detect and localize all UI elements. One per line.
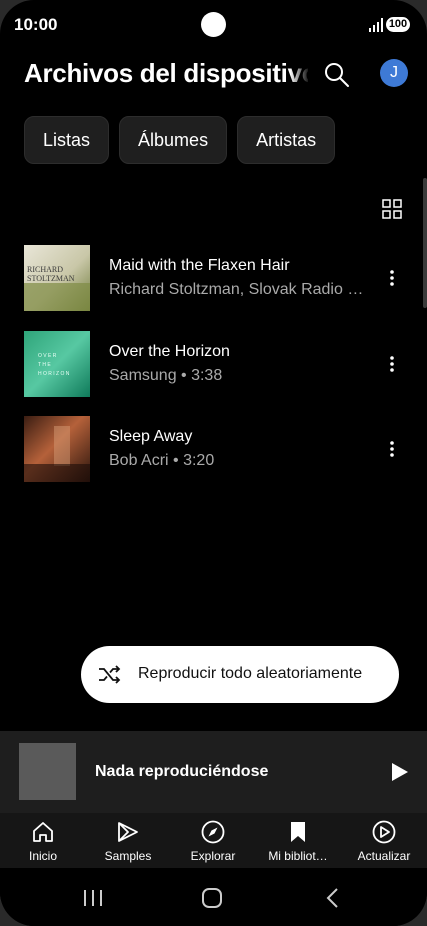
mini-player-art: [19, 743, 76, 800]
nav-label: Explorar: [190, 849, 236, 863]
chip-artistas[interactable]: Artistas: [237, 116, 336, 164]
upgrade-icon: [372, 820, 396, 844]
nav-label: Samples: [104, 849, 152, 863]
home-icon: [33, 822, 53, 842]
bookmark-icon: [291, 822, 305, 842]
mini-player[interactable]: Nada reproduciéndose: [0, 731, 427, 813]
home-button-icon[interactable]: [200, 886, 224, 910]
album-art: [24, 416, 90, 482]
track-title: Over the Horizon: [109, 343, 230, 360]
nav-label: Mi bibliot…: [268, 849, 328, 863]
track-subtitle: Bob Acri • 3:20: [109, 452, 215, 469]
signal-icon: [369, 18, 383, 32]
track-subtitle: Samsung • 3:38: [109, 367, 223, 384]
album-art-text: STOLTZMAN: [27, 274, 75, 283]
mini-player-title: Nada reproduciéndose: [95, 763, 269, 780]
front-camera: [201, 12, 226, 37]
list-item[interactable]: O V E R T H E H O R I Z O N Over the Hor…: [0, 331, 427, 401]
album-art-text: RICHARD: [27, 265, 63, 274]
chip-albumes[interactable]: Álbumes: [119, 116, 228, 164]
more-options-icon[interactable]: [382, 439, 402, 459]
nav-label: Inicio: [28, 849, 57, 863]
system-navigation-bar: [0, 868, 427, 926]
nav-item-mi-biblioteca[interactable]: Mi bibliot…: [256, 819, 340, 863]
album-art-text: H O R I Z O N: [38, 371, 70, 377]
more-options-icon[interactable]: [382, 354, 402, 374]
nav-item-inicio[interactable]: Inicio: [1, 819, 85, 863]
nav-item-samples[interactable]: Samples: [86, 819, 170, 863]
shuffle-label: Reproducir todo aleatoriamente: [138, 665, 363, 682]
back-icon[interactable]: [321, 886, 345, 910]
status-bar: 10:00 100: [0, 0, 427, 50]
album-art-text: O V E R: [38, 353, 57, 359]
list-item[interactable]: Sleep Away Bob Acri • 3:20: [0, 416, 427, 486]
grid-view-icon[interactable]: [382, 199, 402, 219]
status-time: 10:00: [14, 15, 58, 34]
album-art: RICHARD STOLTZMAN: [24, 245, 90, 311]
more-options-icon[interactable]: [382, 268, 402, 288]
list-item[interactable]: RICHARD STOLTZMAN Maid with the Flaxen H…: [0, 245, 427, 315]
chip-listas[interactable]: Listas: [24, 116, 110, 164]
phone-screen: 10:00 100 Archivos del dispositivo J Lis…: [0, 0, 427, 926]
battery-icon: 100: [386, 17, 410, 32]
shuffle-all-button[interactable]: Reproducir todo aleatoriamente: [81, 646, 399, 703]
track-subtitle: Richard Stoltzman, Slovak Radio Symphony…: [109, 281, 367, 298]
avatar[interactable]: J: [380, 59, 408, 87]
page-title: Archivos del dispositivo: [24, 58, 308, 88]
title-fade: [290, 58, 310, 94]
nav-label: Actualizar: [357, 849, 411, 863]
album-art-text: T H E: [38, 362, 51, 368]
bottom-navigation: Inicio Samples Explorar Mi bibliot… Actu…: [0, 813, 427, 868]
track-title: Sleep Away: [109, 428, 193, 445]
nav-item-explorar[interactable]: Explorar: [171, 819, 255, 863]
search-icon[interactable]: [322, 60, 352, 90]
filter-chips: Listas Álbumes Artistas: [24, 116, 336, 164]
album-art: O V E R T H E H O R I Z O N: [24, 331, 90, 397]
nav-item-actualizar[interactable]: Actualizar: [342, 819, 426, 863]
compass-icon: [201, 820, 225, 844]
shuffle-icon: [99, 665, 121, 684]
track-title: Maid with the Flaxen Hair: [109, 257, 290, 274]
samples-icon: [118, 822, 138, 842]
recent-apps-icon[interactable]: [81, 886, 105, 910]
play-icon[interactable]: [388, 761, 410, 783]
